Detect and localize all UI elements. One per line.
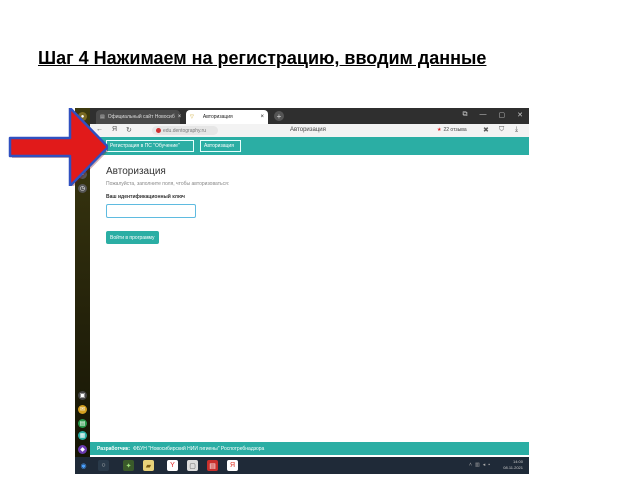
footer-text: ФБУН "Новосибирский НИИ гигиены" Роспотр… [133,445,265,452]
protect-icon[interactable]: ⛉ [499,126,504,134]
url-field[interactable]: edu.dentography.ru [152,126,218,135]
site-footer: Разработчик: ФБУН "Новосибирский НИИ гиг… [90,442,529,455]
tab-official-site[interactable]: ▤ Официальный сайт Новосиб × [96,110,182,124]
yandex-app-icon[interactable]: Я [227,460,238,471]
page-title: Авторизация [106,166,166,177]
window-icon[interactable]: ▢ [187,460,198,471]
auth-nav-button[interactable]: Авторизация [200,140,241,152]
new-tab-icon[interactable]: + [274,111,284,121]
key-input[interactable] [106,204,196,218]
browser-screenshot: ● ▪ ◷ ▣ ✉ ▤ ▦ ◆ ▤ Официальный сайт Новос… [75,108,529,474]
folder-icon[interactable]: ▰ [143,460,154,471]
network-icon[interactable]: ▥ [475,462,483,468]
site-navbar: Регистрация в ПС "Обучение" Авторизация [90,137,529,155]
close-tab-icon[interactable]: × [178,114,182,120]
auth-hint: Пожалуйста, заполните поля, чтобы автори… [106,181,230,187]
reviews-badge[interactable]: ★ 22 отзыва [437,127,467,133]
bookmarks-icon[interactable]: ⧉ [463,111,468,119]
security-icon [156,128,161,133]
assistant-icon[interactable]: ◆ [78,445,87,454]
address-page-title: Авторизация [290,127,326,133]
reload-icon[interactable]: ↻ [126,126,132,134]
search-icon[interactable]: ○ [98,460,109,471]
register-button[interactable]: Регистрация в ПС "Обучение" [106,140,194,152]
address-bar: ← Я ↻ edu.dentography.ru Авторизация ★ 2… [90,124,529,138]
app-icon[interactable]: ▤ [78,419,87,428]
browser-tab-bar: ▤ Официальный сайт Новосиб × ▽ Авторизац… [90,108,529,124]
maximize-icon[interactable]: ▢ [499,111,506,119]
page-content: Авторизация Пожалуйста, заполните поля, … [90,155,529,442]
url-text: edu.dentography.ru [163,127,206,134]
tab-label: Авторизация [202,114,233,120]
tray-icons: ˄▥◂▪ [469,462,493,468]
start-icon[interactable]: ◉ [78,460,89,471]
yandex-icon[interactable]: Я [112,126,117,133]
close-window-icon[interactable]: ✕ [517,111,523,119]
clock[interactable]: 14:00 08.11.2021 [503,459,523,471]
game-icon[interactable]: ✦ [123,460,134,471]
reviews-text: 22 отзыва [443,127,467,133]
login-button[interactable]: Войти в программу [106,231,159,244]
slide-title: Шаг 4 Нажимаем на регистрацию, вводим да… [38,48,487,68]
mail-icon[interactable]: ✉ [78,405,87,414]
download-icon[interactable]: ⤓ [515,126,518,134]
taskbar: ◉ ○ ✦ ▰ Y ▢ ▤ Я ˄▥◂▪ 14:00 08.11.2021 [75,457,529,474]
minimize-icon[interactable]: — [480,111,487,119]
close-tab-icon[interactable]: × [260,114,264,120]
language-icon[interactable]: ▪ [488,462,493,468]
chat-icon[interactable]: ▦ [78,431,87,440]
red-arrow-icon [8,108,108,186]
tab-label: Официальный сайт Новосиб [107,114,175,120]
clock-date: 08.11.2021 [503,465,523,470]
bookmark-icon[interactable]: ✖ [483,126,489,134]
yandex-browser-icon[interactable]: Y [167,460,178,471]
star-icon: ★ [437,127,442,133]
camera-icon[interactable]: ▣ [78,391,87,400]
key-label: Ваш идентификационный ключ [106,194,185,200]
footer-prefix: Разработчик: [97,445,131,452]
pdf-icon[interactable]: ▤ [207,460,218,471]
window-controls: ⧉ — ▢ ✕ [463,111,524,119]
site-favicon-icon: ▽ [190,114,194,120]
tab-authorization[interactable]: ▽ Авторизация × [186,110,268,124]
